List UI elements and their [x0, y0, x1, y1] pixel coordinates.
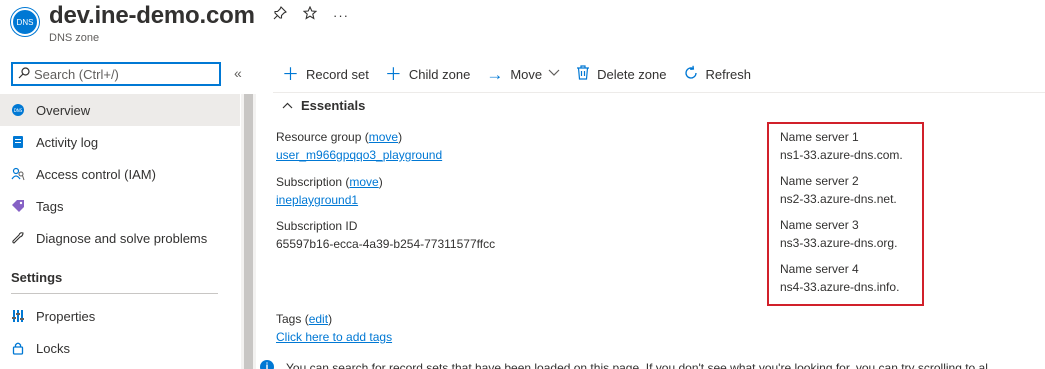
- chevron-down-icon: [548, 68, 560, 80]
- sidebar-item-label: Diagnose and solve problems: [36, 230, 208, 246]
- subscription-move-link[interactable]: move: [349, 175, 378, 189]
- tags-label: Tags: [276, 312, 302, 326]
- subscription-id-value: 65597b16-ecca-4a39-b254-77311577ffcc: [276, 237, 496, 251]
- add-tags-link[interactable]: Click here to add tags: [276, 330, 392, 344]
- move-button[interactable]: → Move: [486, 66, 560, 83]
- wrench-icon: [10, 230, 26, 246]
- sidebar-nav: DNS Overview Activity log Access control…: [0, 94, 240, 364]
- subscription-label: Subscription: [276, 175, 343, 189]
- sidebar-item-access-control[interactable]: Access control (IAM): [0, 158, 240, 190]
- name-server-1: Name server 1 ns1-33.azure-dns.com.: [780, 130, 903, 162]
- sidebar-item-properties[interactable]: Properties: [0, 300, 240, 332]
- subscription-property: Subscription (move) ineplayground1: [276, 175, 383, 207]
- tag-icon: [10, 198, 26, 214]
- sidebar: « DNS Overview Activity log Access contr…: [0, 56, 256, 369]
- sidebar-item-label: Properties: [36, 308, 96, 324]
- essentials-heading: Essentials: [301, 98, 366, 113]
- sidebar-item-tags[interactable]: Tags: [0, 190, 240, 222]
- name-server-label: Name server 2: [780, 174, 859, 188]
- pin-icon[interactable]: [273, 6, 287, 24]
- subscription-id-label: Subscription ID: [276, 219, 358, 233]
- subscription-id-property: Subscription ID 65597b16-ecca-4a39-b254-…: [276, 219, 495, 251]
- search-box[interactable]: [11, 62, 221, 86]
- sidebar-item-overview[interactable]: DNS Overview: [0, 94, 240, 126]
- info-icon: i: [260, 360, 274, 369]
- properties-icon: [10, 308, 26, 324]
- collapse-sidebar-icon[interactable]: «: [234, 65, 242, 81]
- name-server-label: Name server 1: [780, 130, 859, 144]
- name-server-value: ns1-33.azure-dns.com.: [780, 148, 903, 162]
- name-server-value: ns2-33.azure-dns.net.: [780, 192, 897, 206]
- page-title: dev.ine-demo.com: [49, 2, 255, 29]
- delete-zone-label: Delete zone: [597, 66, 667, 82]
- tags-property: Tags (edit) Click here to add tags: [276, 312, 392, 344]
- sidebar-item-label: Access control (IAM): [36, 166, 156, 182]
- sidebar-item-label: Locks: [36, 340, 70, 356]
- name-server-2: Name server 2 ns2-33.azure-dns.net.: [780, 174, 897, 206]
- sidebar-scrollbar[interactable]: [241, 94, 256, 369]
- trash-icon: [576, 65, 590, 83]
- name-server-3: Name server 3 ns3-33.azure-dns.org.: [780, 218, 897, 250]
- sidebar-item-activity-log[interactable]: Activity log: [0, 126, 240, 158]
- toolbar-divider: [273, 92, 1045, 93]
- arrow-right-icon: →: [486, 64, 504, 84]
- delete-zone-button[interactable]: Delete zone: [576, 65, 667, 83]
- search-icon: [18, 66, 30, 82]
- lock-icon: [10, 340, 26, 356]
- subscription-label-line: Subscription (move): [276, 175, 383, 189]
- dns-zone-icon: DNS: [11, 8, 39, 36]
- sidebar-item-label: Activity log: [36, 134, 99, 150]
- dns-overview-icon: DNS: [10, 102, 26, 118]
- resource-group-label: Resource group: [276, 130, 362, 144]
- refresh-button[interactable]: Refresh: [683, 65, 752, 84]
- sidebar-item-locks[interactable]: Locks: [0, 332, 240, 364]
- resource-group-value-link[interactable]: user_m966gpqqo3_playground: [276, 148, 442, 162]
- header-actions: ···: [273, 5, 349, 24]
- command-toolbar: ＋ Record set ＋ Child zone → Move Delete …: [282, 62, 767, 86]
- name-server-value: ns4-33.azure-dns.info.: [780, 280, 900, 294]
- resource-group-label-line: Resource group (move): [276, 130, 403, 144]
- name-server-label: Name server 3: [780, 218, 859, 232]
- chevron-up-icon: [282, 100, 293, 112]
- iam-icon: [10, 166, 26, 182]
- name-server-label: Name server 4: [780, 262, 859, 276]
- add-record-set-button[interactable]: ＋ Record set: [282, 66, 369, 83]
- info-text: You can search for record sets that have…: [286, 361, 988, 369]
- resource-group-move-link[interactable]: move: [369, 130, 398, 144]
- page-subtitle: DNS zone: [49, 32, 100, 44]
- sidebar-item-diagnose[interactable]: Diagnose and solve problems: [0, 222, 240, 254]
- resource-group-property: Resource group (move) user_m966gpqqo3_pl…: [276, 130, 442, 162]
- more-icon[interactable]: ···: [333, 8, 349, 23]
- refresh-icon: [683, 65, 699, 84]
- svg-text:DNS: DNS: [14, 108, 23, 113]
- sidebar-item-label: Overview: [36, 102, 91, 118]
- tags-label-line: Tags (edit): [276, 312, 333, 326]
- settings-section-header: Settings: [11, 269, 63, 285]
- search-input[interactable]: [34, 66, 204, 82]
- name-server-4: Name server 4 ns4-33.azure-dns.info.: [780, 262, 899, 294]
- activity-log-icon: [10, 134, 26, 150]
- refresh-label: Refresh: [705, 66, 752, 82]
- subscription-value-link[interactable]: ineplayground1: [276, 193, 358, 207]
- sidebar-item-label: Tags: [36, 198, 64, 214]
- move-label: Move: [510, 66, 543, 82]
- add-record-set-label: Record set: [306, 66, 369, 82]
- add-child-zone-label: Child zone: [408, 66, 471, 82]
- info-bar: i You can search for record sets that ha…: [256, 355, 1045, 369]
- sidebar-scrollbar-thumb[interactable]: [244, 94, 253, 369]
- tags-edit-link[interactable]: edit: [309, 312, 328, 326]
- add-child-zone-button[interactable]: ＋ Child zone: [385, 66, 470, 83]
- name-server-value: ns3-33.azure-dns.org.: [780, 236, 898, 250]
- page-header: DNS dev.ine-demo.com DNS zone ···: [0, 0, 1045, 52]
- settings-divider: [11, 293, 218, 294]
- star-icon[interactable]: [302, 5, 318, 24]
- plus-icon: ＋: [282, 64, 299, 84]
- plus-icon: ＋: [384, 64, 402, 84]
- essentials-toggle[interactable]: Essentials: [282, 98, 365, 113]
